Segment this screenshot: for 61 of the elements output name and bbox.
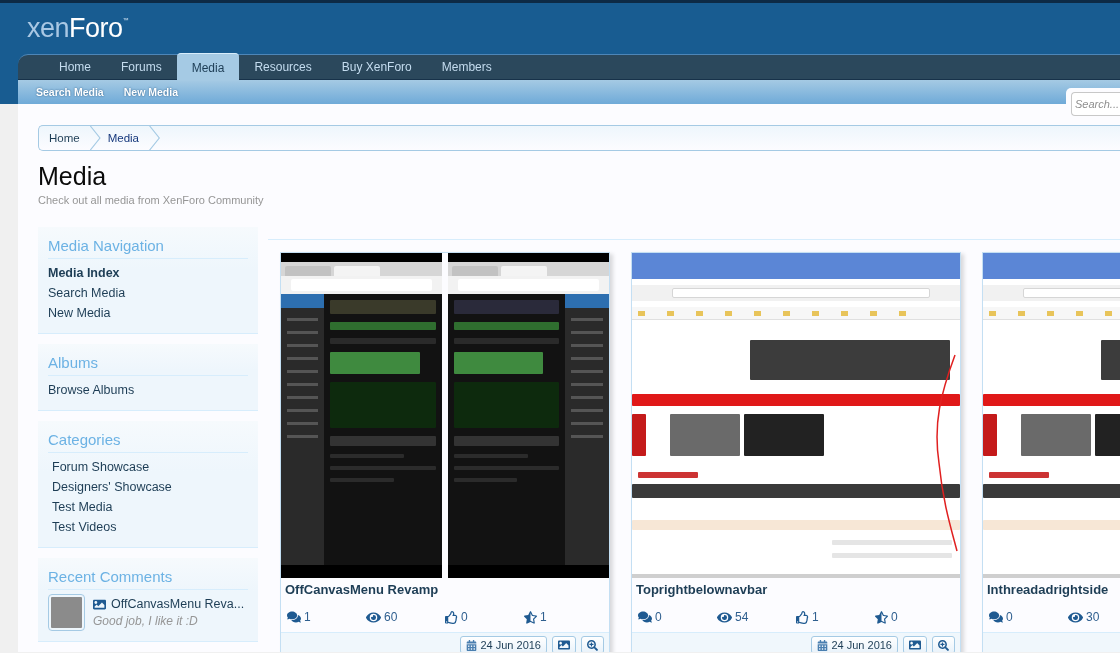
screenshot-drawing[interactable] [281,253,609,578]
view-count: 30 [1086,609,1100,625]
media-title-link[interactable]: Toprightbelownavbar [632,578,960,599]
view-count: 60 [384,609,398,625]
rating-count: 1 [540,609,547,625]
speech-bubbles-icon [638,610,652,624]
sidebar-link[interactable]: Browse Albums [48,380,135,400]
sidebar-link[interactable]: New Media [48,303,111,323]
speech-bubbles-icon [287,610,301,624]
commented-item-link[interactable]: OffCanvasMenu Reva... [111,597,245,611]
nav-tab[interactable]: Buy XenForo [326,55,427,79]
zoom-icon [938,639,949,651]
image-icon [909,639,921,651]
calendar-icon [466,639,478,651]
zoom-button[interactable] [581,636,604,652]
speech-bubbles-icon [989,610,1003,624]
nav-tab[interactable]: Resources [239,55,327,79]
comment-count: 0 [1006,609,1013,625]
media-title-link[interactable]: Inthreadadrightside [983,578,1120,599]
comment-count: 0 [655,609,662,625]
section-heading: Albums [48,353,248,376]
category-link[interactable]: Forum Showcase [48,457,150,477]
like-count: 1 [812,609,819,625]
sidebar-link[interactable]: Search Media [48,283,126,303]
half-star-icon [524,610,537,624]
date-button[interactable]: 24 Jun 2016 [460,636,547,652]
category-link[interactable]: Designers' Showcase [48,477,172,497]
breadcrumb-link[interactable]: Media [100,126,160,150]
like-count: 0 [461,609,468,625]
view-image-button[interactable] [903,636,927,652]
category-link[interactable]: Test Media [48,497,113,517]
comment-text: Good job, I like it :D [93,613,199,629]
breadcrumb-link[interactable]: Home [39,126,101,150]
image-icon [558,639,570,651]
rating-count: 0 [891,609,898,625]
nav-tab[interactable]: Home [44,55,106,79]
section-heading: Recent Comments [48,567,248,590]
comment-count: 1 [304,609,311,625]
section-heading: Media Navigation [48,236,248,259]
page-title: Media [38,161,108,191]
search-field[interactable]: Search... [1071,92,1120,116]
media-title-link[interactable]: OffCanvasMenu Revamp [281,578,609,599]
date-button[interactable]: 24 Jun 2016 [811,636,898,652]
nav-tab[interactable]: Media [176,53,240,81]
category-link[interactable]: Test Videos [48,517,117,537]
nav-tab[interactable]: Members [426,55,507,79]
section-heading: Categories [48,430,248,453]
sidebar-link[interactable]: Media Index [48,263,120,283]
page-description: Check out all media from XenForo Community [38,193,265,207]
screenshot-drawing[interactable] [632,253,960,578]
zoom-icon [587,639,598,651]
thumbs-up-icon [445,610,458,624]
view-count: 54 [735,609,749,625]
half-star-icon [875,610,888,624]
avatar-placeholder[interactable] [48,594,85,631]
zoom-button[interactable] [932,636,955,652]
nav-tab[interactable]: Forums [106,55,177,79]
view-image-button[interactable] [552,636,576,652]
image-icon [93,597,106,611]
calendar-icon [817,639,829,651]
thumbs-up-icon [796,610,809,624]
